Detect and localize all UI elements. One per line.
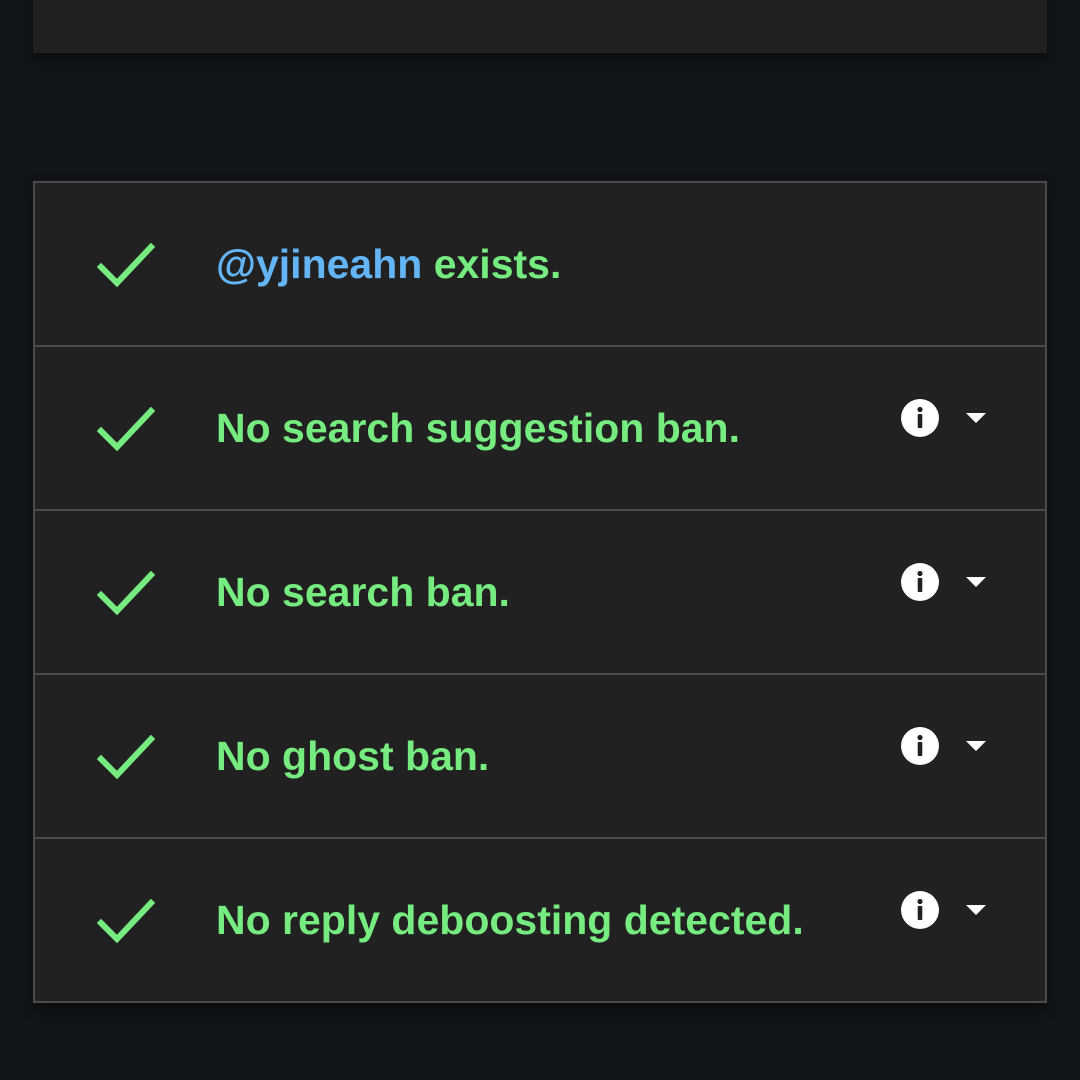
info-icon[interactable] <box>901 891 939 929</box>
info-icon[interactable] <box>901 727 939 765</box>
info-icon[interactable] <box>901 563 939 601</box>
previous-card <box>33 0 1047 53</box>
result-text: No search suggestion ban. <box>216 405 740 451</box>
info-icon[interactable] <box>901 399 939 437</box>
result-row-search-suggestion-ban: No search suggestion ban. <box>35 347 1045 511</box>
check-icon <box>97 407 155 453</box>
check-icon <box>97 735 155 781</box>
result-text: No ghost ban. <box>216 733 490 779</box>
caret-down-icon[interactable] <box>965 411 987 425</box>
check-icon <box>97 243 155 289</box>
result-text-suffix: exists. <box>422 241 562 287</box>
result-row-search-ban: No search ban. <box>35 511 1045 675</box>
caret-down-icon[interactable] <box>965 575 987 589</box>
result-text: @yjineahn exists. <box>216 183 561 345</box>
results-panel: @yjineahn exists. No search suggestion b… <box>33 181 1047 1003</box>
check-icon <box>97 899 155 945</box>
check-icon <box>97 571 155 617</box>
result-row-ghost-ban: No ghost ban. <box>35 675 1045 839</box>
result-row-exists: @yjineahn exists. <box>35 183 1045 347</box>
username-handle[interactable]: @yjineahn <box>216 241 422 287</box>
caret-down-icon[interactable] <box>965 903 987 917</box>
result-text: No reply deboosting detected. <box>216 897 804 943</box>
caret-down-icon[interactable] <box>965 739 987 753</box>
result-row-reply-deboosting: No reply deboosting detected. <box>35 839 1045 1001</box>
result-text: No search ban. <box>216 569 510 615</box>
